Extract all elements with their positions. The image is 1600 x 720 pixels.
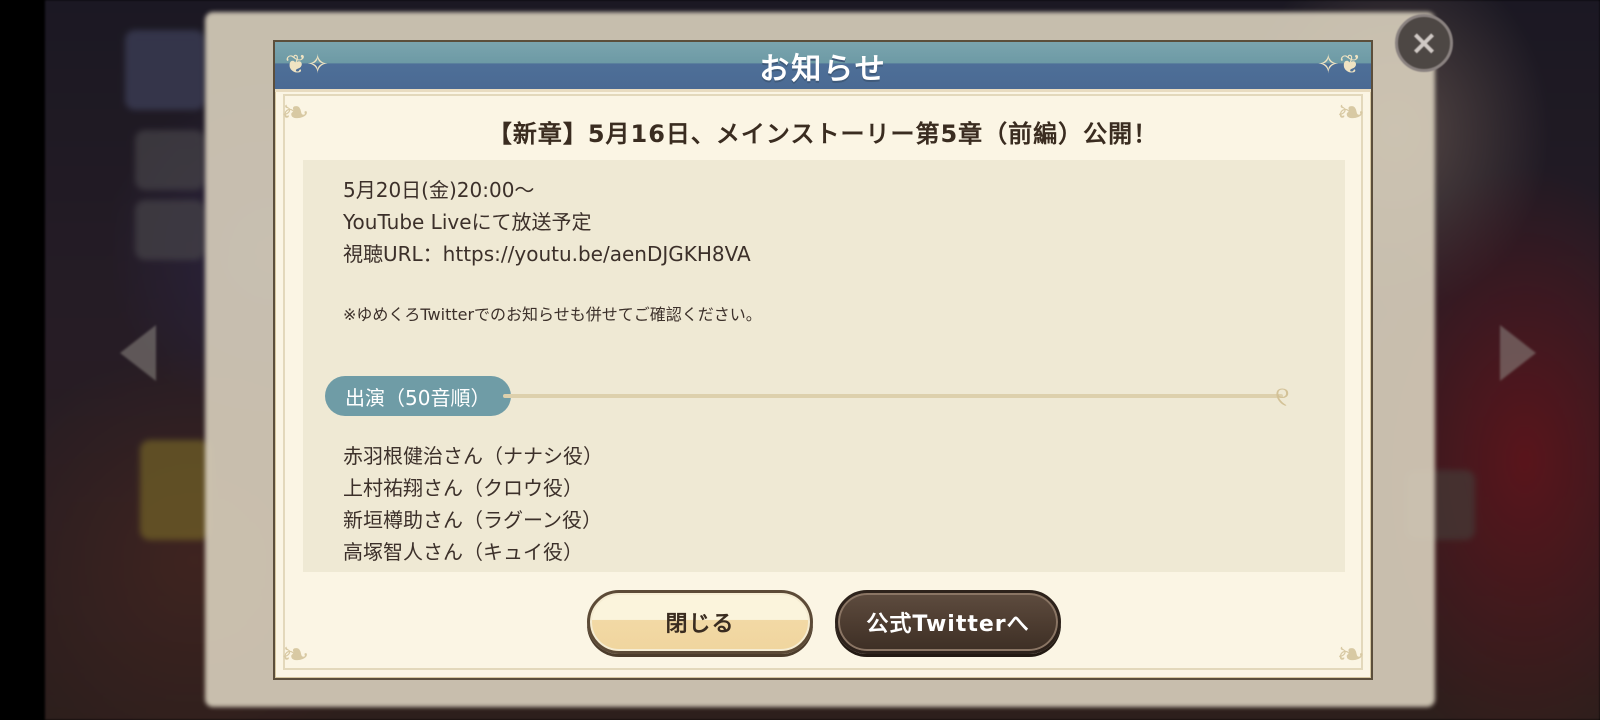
cast-item: 高塚智人さん（キュイ役） [343, 540, 583, 564]
corner-ornament-icon: ❧ [281, 635, 310, 675]
notice-content[interactable]: 5月20日(金)20:00〜 YouTube Liveにて放送予定 視聴URL：… [303, 160, 1345, 572]
note-text: ※ゆめくろTwitterでのお知らせも併せてご確認ください。 [343, 305, 762, 324]
notice-title: 【新章】5月16日、メインストーリー第5章（前編）公開！ [487, 120, 1159, 148]
close-button[interactable]: 閉じる [587, 590, 813, 654]
cast-item: 上村祐翔さん（クロウ役） [343, 476, 583, 500]
notice-dialog: ❦✧ お知らせ ✧❦ ❧ ❧ ❧ ❧ 【新章】5月16日、メインストーリー第5章… [273, 40, 1373, 680]
right-ornament-icon: ✧❦ [1317, 50, 1361, 80]
official-twitter-button[interactable]: 公式Twitterへ [835, 590, 1061, 654]
body-line: YouTube Liveにて放送予定 [343, 210, 592, 234]
section-label: 出演（50音順） [325, 376, 511, 416]
swirl-ornament-icon: ୧ [1275, 380, 1290, 413]
body-line: 視聴URL：https://youtu.be/aenDJGKH8VA [343, 242, 751, 266]
dialog-title: お知らせ [759, 51, 887, 87]
corner-ornament-icon: ❧ [1336, 635, 1366, 675]
cast-item: 新垣樽助さん（ラグーン役） [343, 508, 602, 532]
close-icon[interactable]: × [1395, 14, 1453, 72]
cast-item: 赤羽根健治さん（ナナシ役） [343, 444, 603, 468]
left-ornament-icon: ❦✧ [285, 50, 329, 80]
dialog-header: ❦✧ お知らせ ✧❦ [275, 42, 1371, 92]
body-line: 5月20日(金)20:00〜 [343, 178, 535, 202]
section-divider [503, 394, 1283, 398]
